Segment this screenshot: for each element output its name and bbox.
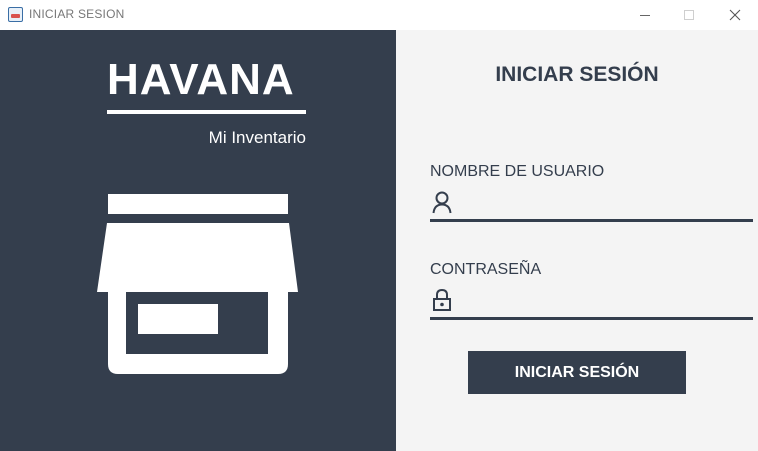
- maximize-button[interactable]: [666, 0, 712, 30]
- password-underline: [430, 317, 753, 320]
- username-label: NOMBRE DE USUARIO: [430, 163, 605, 180]
- lock-icon: [433, 288, 451, 311]
- brand-title: HAVANA: [107, 55, 295, 104]
- user-icon: [432, 191, 452, 214]
- brand-underline: [107, 110, 306, 114]
- close-icon: [729, 9, 741, 21]
- window-title: INICIAR SESION: [29, 7, 125, 21]
- login-button[interactable]: INICIAR SESIÓN: [468, 351, 686, 394]
- password-label: CONTRASEÑA: [430, 261, 542, 278]
- login-panel: INICIAR SESIÓN NOMBRE DE USUARIO CONTRAS…: [396, 30, 758, 451]
- login-heading: INICIAR SESIÓN: [495, 63, 659, 86]
- minimize-icon: [640, 14, 650, 16]
- minimize-button[interactable]: [622, 0, 668, 30]
- username-input[interactable]: [460, 191, 750, 217]
- maximize-icon: [684, 10, 694, 20]
- login-window: INICIAR SESION HAVANA Mi Inventario INIC…: [0, 0, 758, 451]
- title-bar[interactable]: INICIAR SESION: [0, 0, 758, 30]
- brand-panel: HAVANA Mi Inventario: [0, 30, 396, 451]
- java-app-icon: [8, 7, 23, 22]
- brand-subtitle: Mi Inventario: [208, 128, 306, 147]
- login-button-label: INICIAR SESIÓN: [514, 363, 640, 381]
- close-button[interactable]: [712, 0, 758, 30]
- password-input[interactable]: [460, 288, 750, 314]
- username-underline: [430, 219, 753, 222]
- inventory-box-icon: [97, 194, 298, 374]
